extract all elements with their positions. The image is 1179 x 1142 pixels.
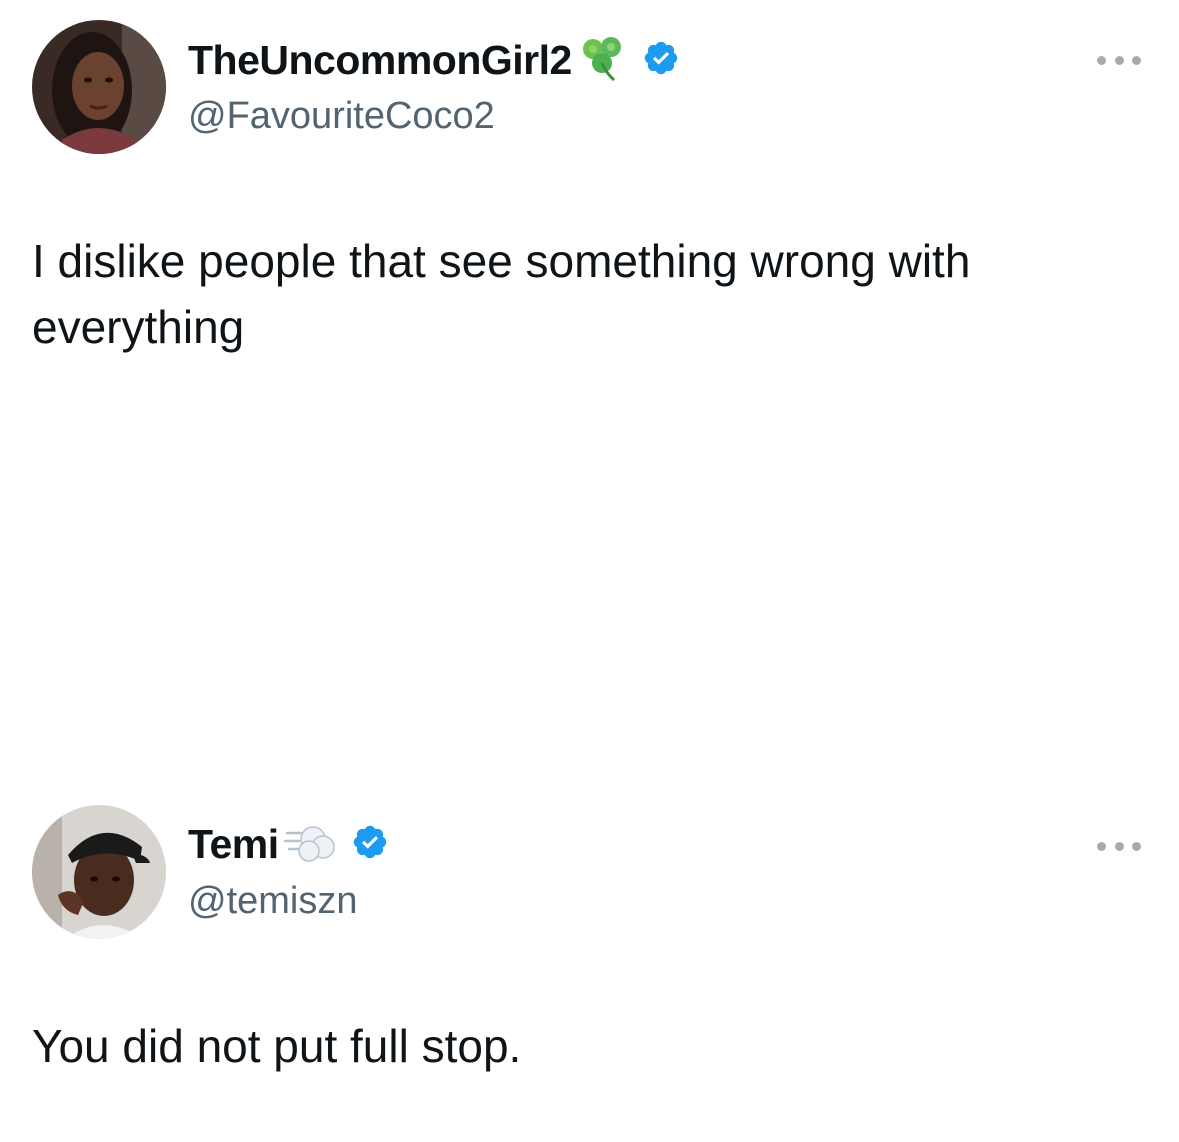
more-dot — [1114, 841, 1124, 851]
more-dot — [1114, 55, 1124, 65]
more-dot — [1097, 55, 1106, 65]
avatar[interactable] — [32, 20, 166, 154]
more-dot — [1132, 841, 1141, 851]
tweet-reply[interactable]: Temi @temiszn You did not put full stop. — [0, 790, 1179, 1142]
handle[interactable]: @FavouriteCoco2 — [188, 95, 495, 138]
author-name-row: TheUncommonGirl2 — [188, 32, 680, 88]
verified-badge-icon[interactable] — [642, 39, 680, 82]
profile-photo — [32, 20, 166, 154]
avatar[interactable] — [32, 805, 166, 939]
more-dot — [1132, 55, 1141, 65]
tweet-text: You did not put full stop. — [32, 1020, 522, 1072]
profile-photo — [32, 805, 166, 939]
more-options-icon[interactable] — [1097, 50, 1141, 70]
tweet-original[interactable]: TheUncommonGirl2 @FavouriteCoco2 I disli… — [0, 0, 1179, 560]
display-name[interactable]: TheUncommonGirl2 — [188, 37, 572, 84]
dashing-away-icon — [283, 817, 339, 872]
display-name[interactable]: Temi — [188, 821, 279, 868]
more-dot — [1097, 841, 1106, 851]
more-options-icon[interactable] — [1097, 836, 1141, 856]
verified-badge-icon[interactable] — [351, 823, 389, 866]
author-name-row: Temi — [188, 816, 389, 872]
handle[interactable]: @temiszn — [188, 880, 358, 923]
tweet-text: I dislike people that see something wron… — [32, 235, 971, 353]
shamrock-icon — [576, 33, 630, 88]
